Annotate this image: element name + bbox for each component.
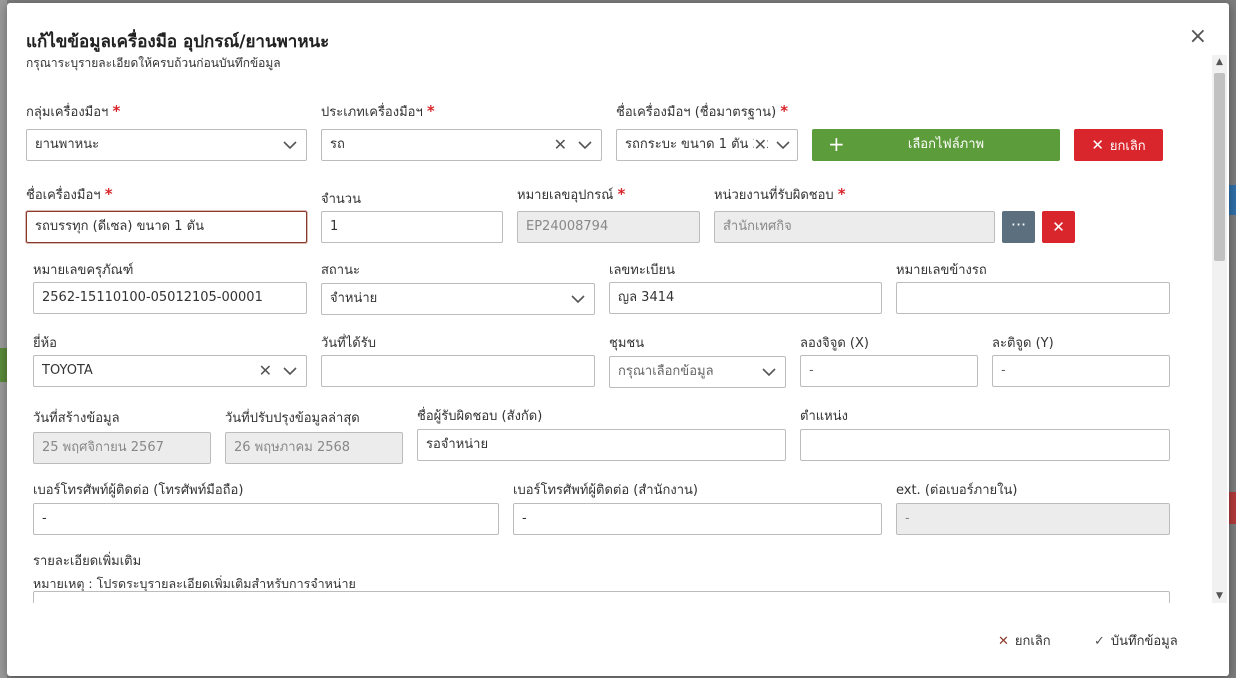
chevron-down-icon <box>283 367 297 376</box>
side-no-input[interactable] <box>896 282 1170 314</box>
community-label: ชุมชน <box>609 336 645 351</box>
scroll-thumb[interactable] <box>1214 73 1225 261</box>
status-label: สถานะ <box>321 263 360 278</box>
community-select[interactable]: กรุณาเลือกข้อมูล <box>609 356 786 388</box>
detail-label: รายละเอียดเพิ่มเติม <box>33 554 142 569</box>
backdrop-blue-tab <box>1229 185 1236 215</box>
chevron-down-icon <box>578 141 592 150</box>
recv-date-input[interactable] <box>321 355 595 387</box>
unit-input: สำนักเทศกิจ <box>714 211 995 243</box>
clear-icon[interactable]: ✕ <box>554 136 567 154</box>
modal-scrollbar[interactable]: ▲ ▼ <box>1212 55 1227 603</box>
clear-unit-button[interactable]: ✕ <box>1042 211 1075 243</box>
footer-save-button[interactable]: ✓ บันทึกข้อมูล <box>1094 630 1178 651</box>
more-icon[interactable]: ··· <box>1002 211 1035 243</box>
reg-no-input[interactable]: ญล 3414 <box>609 282 882 314</box>
brand-select[interactable]: TOYOTA ✕ <box>33 355 307 387</box>
qty-label: จำนวน <box>321 192 361 207</box>
backdrop-left <box>0 0 7 678</box>
chevron-down-icon <box>762 368 776 377</box>
chevron-down-icon <box>283 141 297 150</box>
modal-subtitle: กรุณาระบุรายละเอียดให้ครบถ้วนก่อนบันทึกข… <box>26 56 281 70</box>
x-icon: ✕ <box>998 634 1009 649</box>
owner-label: ชื่อผู้รับผิดชอบ (สังกัด) <box>417 409 543 424</box>
brand-label: ยี่ห้อ <box>33 336 57 351</box>
asset-no-label: หมายเลขครุภัณฑ์ <box>33 263 134 278</box>
close-icon[interactable]: × <box>1189 26 1207 48</box>
name-input[interactable]: รถบรรทุก (ดีเซล) ขนาด 1 ตัน <box>26 211 307 243</box>
side-no-label: หมายเลขข้างรถ <box>896 263 987 278</box>
lon-input[interactable]: - <box>800 355 978 387</box>
updated-input: 26 พฤษภาคม 2568 <box>225 432 403 464</box>
equip-no-input: EP24008794 <box>517 211 700 243</box>
chevron-down-icon <box>571 295 585 304</box>
std-name-select[interactable]: รถกระบะ ขนาด 1 ตัน 2x ✕ <box>616 129 798 161</box>
scroll-down-icon[interactable]: ▼ <box>1212 589 1227 603</box>
name-label: ชื่อเครื่องมือฯ * <box>26 185 113 203</box>
position-label: ตำแหน่ง <box>800 409 848 424</box>
position-input[interactable] <box>800 429 1170 461</box>
type-label: ประเภทเครื่องมือฯ * <box>321 102 435 120</box>
x-icon: ✕ <box>1091 136 1104 154</box>
lat-label: ละติจูด (Y) <box>992 336 1054 351</box>
office-label: เบอร์โทรศัพท์ผู้ติดต่อ (สำนักงาน) <box>513 483 698 498</box>
footer-cancel-button[interactable]: ✕ ยกเลิก <box>998 630 1051 651</box>
type-select[interactable]: รถ ✕ <box>321 129 602 161</box>
recv-date-label: วันที่ได้รับ <box>321 336 376 351</box>
plus-icon: + <box>828 132 845 156</box>
check-icon: ✓ <box>1094 634 1105 649</box>
asset-no-input[interactable]: 2562-15110100-05012105-00001 <box>33 282 307 314</box>
qty-input[interactable]: 1 <box>321 211 503 243</box>
std-name-label: ชื่อเครื่องมือฯ (ชื่อมาตรฐาน) * <box>616 102 789 120</box>
form-scroll-area: กลุ่มเครื่องมือฯ * ยานพาหนะ ประเภทเครื่อ… <box>7 83 1211 603</box>
lon-label: ลองจิจูด (X) <box>800 336 869 351</box>
status-select[interactable]: จำหน่าย <box>321 283 595 315</box>
reg-no-label: เลขทะเบียน <box>609 263 676 278</box>
group-label: กลุ่มเครื่องมือฯ * <box>26 102 121 120</box>
ext-input: - <box>896 503 1170 535</box>
created-label: วันที่สร้างข้อมูล <box>33 411 120 426</box>
mobile-input[interactable]: - <box>33 503 499 535</box>
scroll-up-icon[interactable]: ▲ <box>1212 55 1227 69</box>
mobile-label: เบอร์โทรศัพท์ผู้ติดต่อ (โทรศัพท์มือถือ) <box>33 483 244 498</box>
office-input[interactable]: - <box>513 503 882 535</box>
clear-icon[interactable]: ✕ <box>753 136 767 154</box>
clear-icon[interactable]: ✕ <box>259 362 272 380</box>
equip-no-label: หมายเลขอุปกรณ์ * <box>517 185 626 203</box>
detail-textarea[interactable] <box>33 591 1170 603</box>
ext-label: ext. (ต่อเบอร์ภายใน) <box>896 483 1018 498</box>
modal-title: แก้ไขข้อมูลเครื่องมือ อุปกรณ์/ยานพาหนะ <box>26 32 330 52</box>
x-icon: ✕ <box>1052 218 1065 236</box>
cancel-image-button[interactable]: ✕ ยกเลิก <box>1074 129 1163 161</box>
created-input: 25 พฤศจิกายน 2567 <box>33 432 211 464</box>
edit-equipment-modal: แก้ไขข้อมูลเครื่องมือ อุปกรณ์/ยานพาหนะ ก… <box>7 3 1229 676</box>
updated-label: วันที่ปรับปรุงข้อมูลล่าสุด <box>225 411 360 426</box>
backdrop-green-tab <box>0 348 7 382</box>
lat-input[interactable]: - <box>992 355 1170 387</box>
owner-input[interactable]: รอจำหน่าย <box>417 429 786 461</box>
backdrop-red-tab <box>1229 492 1236 524</box>
group-select[interactable]: ยานพาหนะ <box>26 129 307 161</box>
chevron-down-icon <box>776 141 790 150</box>
unit-label: หน่วยงานที่รับผิดชอบ * <box>714 185 846 203</box>
choose-image-button[interactable]: + เลือกไฟล์ภาพ <box>812 129 1060 161</box>
